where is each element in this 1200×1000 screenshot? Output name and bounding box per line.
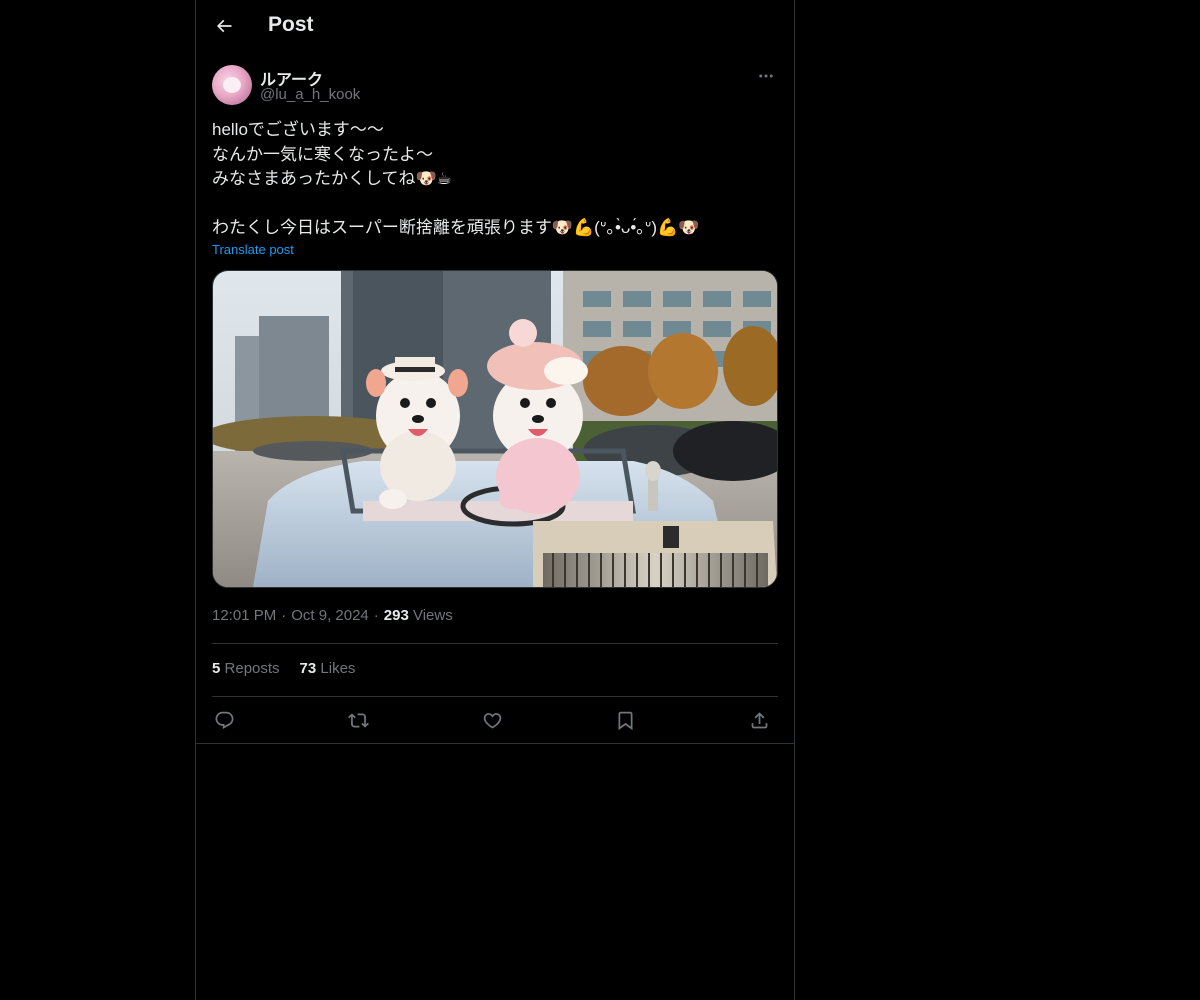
likes-label: Likes [320,660,356,677]
avatar[interactable] [212,65,252,105]
likes-count: 73 [299,660,317,677]
reply-icon [215,711,233,729]
post-photo [213,271,777,587]
share-icon [751,711,767,728]
separator-dot: · [373,607,379,624]
repost-button[interactable] [346,708,370,732]
post-column: Post ルアーク @lu_a_h_kook helloでございます〜〜 なんか… [195,0,795,1000]
likes-stat[interactable]: 73 Likes [300,660,356,677]
post-date[interactable]: Oct 9, 2024 [291,607,369,624]
post-stats: 5 Reposts 73 Likes [212,660,375,677]
post-bottom-border [196,743,794,744]
translate-post-link[interactable]: Translate post [212,242,294,257]
user-handle[interactable]: @lu_a_h_kook [260,86,360,103]
post-text: helloでございます〜〜 なんか一気に寒くなったよ〜 みなさまあったかくしてね… [212,118,778,240]
page-title: Post [268,13,314,36]
top-bar: Post [196,0,794,53]
post-time[interactable]: 12:01 PM [212,607,276,624]
avatar-image [223,77,241,93]
bookmark-button[interactable] [613,708,637,732]
views-count: 293 [383,607,409,624]
reposts-stat[interactable]: 5 Reposts [212,660,280,677]
more-horizontal-icon [759,74,773,78]
post-text-line: なんか一気に寒くなったよ〜 [212,144,433,164]
bookmark-icon [618,711,632,730]
reply-button[interactable] [212,708,236,732]
divider [212,643,778,644]
separator-dot: · [281,607,287,624]
post-text-line: helloでございます〜〜 [212,120,384,139]
post-text-line: みなさまあったかくしてね🐶☕ [212,169,452,188]
back-button[interactable] [208,10,240,42]
divider [212,696,778,697]
arrow-left-icon [216,19,232,33]
post-author: ルアーク @lu_a_h_kook [212,64,778,108]
share-button[interactable] [747,708,771,732]
repost-icon [347,712,369,728]
views-label: Views [412,607,453,624]
action-bar [212,704,778,738]
more-options-button[interactable] [754,66,778,86]
like-button[interactable] [480,708,504,732]
post-image[interactable] [212,270,778,588]
post-meta: 12:01 PM · Oct 9, 2024 · 293 Views [212,607,453,624]
reposts-label: Reposts [224,660,280,677]
reposts-count: 5 [212,660,221,677]
heart-icon [483,712,501,729]
post-text-line: わたくし今日はスーパー断捨離を頑張ります🐶💪(ᐡ｡•̀ᴗ•́｡ᐡ)💪🐶 [212,217,700,237]
